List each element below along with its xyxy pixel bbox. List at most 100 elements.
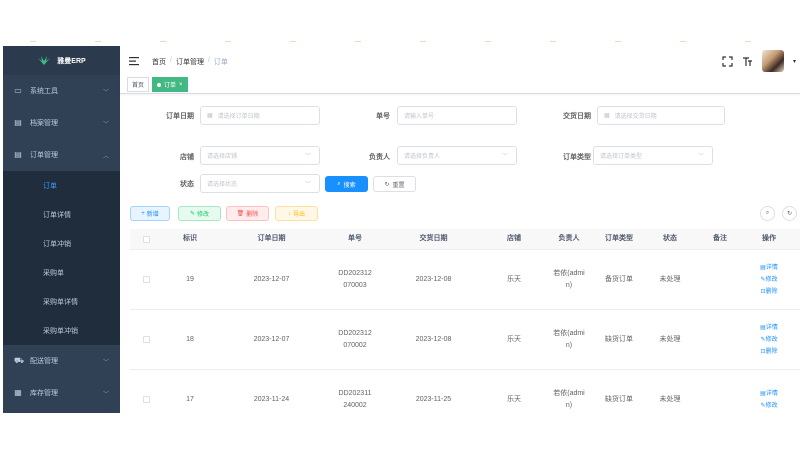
chevron-down-icon: ﹀: [102, 360, 109, 366]
sidebar-item-label: 档案管理: [30, 120, 58, 127]
owner-select[interactable]: 请选择负责人 ﹀: [397, 146, 517, 165]
cell-delivery-date: 2023-12-08: [415, 335, 452, 343]
cell-text: n): [565, 401, 573, 409]
sidebar-item-label: 库存管理: [30, 390, 58, 397]
divider: [160, 41, 166, 42]
placeholder: 请选择订单日期: [217, 114, 260, 120]
cell-order-date: 2023-11-24: [253, 395, 290, 403]
placeholder: 请选择订单类型: [600, 154, 643, 160]
link-label: 删除: [765, 348, 778, 355]
sidebar-subitem-order-detail[interactable]: 订单详情: [3, 200, 120, 229]
export-button[interactable]: ↓ 导出: [275, 206, 318, 221]
button-label: 搜索: [343, 182, 356, 189]
cell-order-date: 2023-12-07: [253, 275, 290, 283]
shop-select[interactable]: 请选择店铺 ﹀: [200, 146, 320, 165]
sidebar-subitem-order[interactable]: 订单: [3, 171, 120, 200]
cell-text: n): [565, 281, 573, 289]
sidebar-subitem-purchase-reversal[interactable]: 采购单冲销: [3, 316, 120, 345]
link-label: 详情: [765, 264, 778, 271]
divider: [30, 41, 36, 42]
cell-text: 070002: [343, 341, 367, 349]
chevron-down-icon: ﹀: [304, 182, 311, 188]
placeholder: 请选择交货日期: [614, 114, 657, 120]
sidebar-subitem-order-reversal[interactable]: 订单冲销: [3, 229, 120, 258]
edit-link[interactable]: ✎修改: [760, 402, 777, 410]
tag-order[interactable]: 订单 ×: [152, 77, 188, 92]
cell-status: 未处理: [659, 335, 681, 343]
status-select[interactable]: 请选择状态 ﹀: [200, 174, 320, 193]
sidebar-item-system-tools[interactable]: ▭ 系统工具 ﹀: [3, 75, 120, 107]
row-select-cell[interactable]: [130, 276, 162, 283]
delete-button[interactable]: 🗑 删除: [226, 206, 269, 221]
add-button[interactable]: + 新增: [130, 206, 170, 221]
order-date-picker[interactable]: ▦ 请选择订单日期: [200, 106, 320, 125]
cell-actions: ▤详情 ✎修改: [746, 390, 792, 410]
cell-text: DD202311: [338, 389, 372, 397]
delivery-date-picker[interactable]: ▦ 请选择交货日期: [597, 106, 725, 125]
table-row[interactable]: 18 2023-12-07 DD202312 070002 2023-12-08 …: [130, 310, 800, 370]
row-checkbox[interactable]: [142, 396, 150, 403]
sidebar-subitem-label: 订单冲销: [43, 240, 71, 248]
table-row[interactable]: 19 2023-12-07 DD202312 070003 2023-12-08 …: [130, 250, 800, 310]
cell-order-date: 2023-12-07: [253, 335, 290, 343]
divider: [550, 41, 556, 42]
cell-text: 240002: [343, 401, 367, 409]
download-icon: ↓: [287, 210, 291, 217]
reset-button[interactable]: ↻ 重置: [373, 176, 416, 192]
row-select-cell[interactable]: [130, 396, 162, 403]
logo[interactable]: 雅曼ERP: [3, 46, 120, 75]
sidebar-item-archive[interactable]: ▤ 档案管理 ﹀: [3, 107, 120, 139]
cell-status: 未处理: [659, 275, 681, 283]
edit-icon: ✎: [189, 211, 195, 217]
calendar-icon: ▦: [207, 113, 213, 119]
order-type-select[interactable]: 请选择订单类型 ﹀: [593, 146, 713, 165]
navbar-right: ▾: [722, 50, 796, 72]
col-header: 状态: [663, 235, 677, 242]
bottom-blank-area: [0, 413, 800, 453]
breadcrumb-separator: /: [170, 57, 172, 64]
avatar[interactable]: [761, 50, 784, 72]
sidebar-subitem-purchase[interactable]: 采购单: [3, 258, 120, 287]
sidebar-item-delivery[interactable]: ⛟ 配送管理 ﹀: [3, 345, 120, 377]
cell-actions: ▤详情 ✎修改 ⊡删除: [746, 264, 792, 296]
delete-link[interactable]: ⊡删除: [760, 348, 777, 356]
refresh-button[interactable]: ↻: [782, 206, 797, 221]
delete-link[interactable]: ⊡删除: [760, 288, 777, 296]
row-select-cell[interactable]: [130, 336, 162, 343]
select-all-cell[interactable]: [130, 235, 162, 243]
tag-home[interactable]: 首页: [127, 77, 150, 92]
caret-down-icon[interactable]: ▾: [793, 58, 796, 65]
hamburger-icon[interactable]: [129, 56, 139, 66]
divider: [745, 41, 751, 42]
search-form: 订单日期 ▦ 请选择订单日期 单号 请输入单号 交货日期 ▦ 请选择交货日期 店铺 …: [120, 94, 800, 214]
detail-link[interactable]: ▤详情: [760, 264, 778, 272]
chevron-down-icon: ﹀: [102, 90, 109, 96]
row-checkbox[interactable]: [142, 336, 150, 343]
sidebar-item-inventory[interactable]: ▦ 库存管理 ﹀: [3, 377, 120, 409]
sidebar-item-label: 订单管理: [30, 152, 58, 159]
font-size-icon[interactable]: [742, 56, 753, 67]
cell-text: 若依(admi: [553, 389, 585, 397]
fullscreen-icon[interactable]: [722, 55, 733, 67]
cell-text: 070003: [343, 281, 367, 289]
chevron-up-icon: ︿: [102, 154, 109, 160]
edit-link[interactable]: ✎修改: [760, 336, 777, 344]
detail-link[interactable]: ▤详情: [760, 390, 778, 398]
breadcrumb-section[interactable]: 订单管理: [176, 57, 204, 67]
cell-id: 17: [186, 395, 194, 403]
search-button[interactable]: ⌕ 搜索: [325, 176, 368, 192]
col-header: 标识: [183, 235, 197, 242]
sidebar-item-orders[interactable]: ▤ 订单管理 ︿: [3, 139, 120, 171]
breadcrumb-home[interactable]: 首页: [152, 57, 166, 67]
row-checkbox[interactable]: [142, 276, 150, 283]
detail-link[interactable]: ▤详情: [760, 324, 778, 332]
select-all-checkbox[interactable]: [142, 235, 150, 243]
sidebar-subitem-purchase-detail[interactable]: 采购单详情: [3, 287, 120, 316]
top-blank-area: [0, 0, 800, 42]
edit-link[interactable]: ✎修改: [760, 276, 777, 284]
toggle-search-button[interactable]: ⌕: [760, 206, 775, 221]
edit-button[interactable]: ✎ 修改: [178, 206, 221, 221]
order-no-input[interactable]: 请输入单号: [397, 106, 517, 125]
order-date-label: 订单日期: [166, 113, 194, 120]
close-icon[interactable]: ×: [179, 82, 183, 88]
